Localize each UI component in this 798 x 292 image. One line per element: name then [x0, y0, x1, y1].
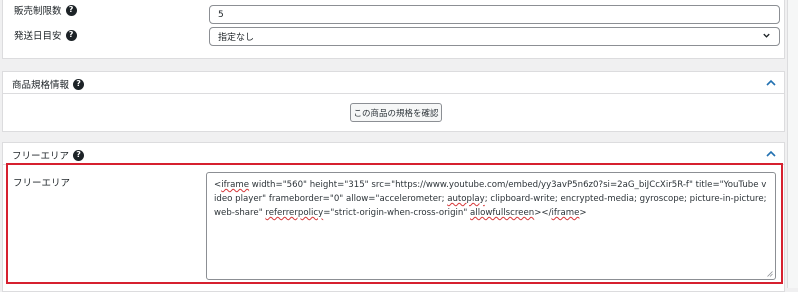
- shipping-select[interactable]: 指定なし: [209, 27, 780, 46]
- sales-limit-label-text: 販売制限数: [14, 6, 62, 17]
- help-icon[interactable]: ?: [65, 29, 77, 41]
- help-icon[interactable]: ?: [73, 78, 85, 90]
- free-area-title-text: フリーエリア: [12, 151, 70, 162]
- chevron-up-icon[interactable]: [766, 150, 776, 157]
- sales-limit-label: 販売制限数 ?: [14, 3, 77, 17]
- product-spec-panel: 商品規格情報 ? この商品の規格を確認: [2, 71, 785, 132]
- highlight-box: [6, 163, 783, 284]
- free-area-header[interactable]: フリーエリア ?: [3, 143, 784, 165]
- product-spec-title-text: 商品規格情報: [12, 80, 70, 91]
- help-icon[interactable]: ?: [65, 4, 77, 16]
- product-settings-panel: 販売制限数 ? 5 発送日目安 ? 指定なし: [2, 0, 785, 59]
- product-spec-title: 商品規格情報 ?: [12, 77, 85, 91]
- chevron-down-icon: [763, 33, 770, 38]
- free-area-title: フリーエリア ?: [12, 148, 85, 162]
- check-spec-button[interactable]: この商品の規格を確認: [350, 103, 442, 122]
- chevron-up-icon[interactable]: [766, 79, 776, 86]
- shipping-label: 発送日目安 ?: [14, 28, 77, 42]
- shipping-selected-value: 指定なし: [218, 33, 255, 43]
- shipping-label-text: 発送日目安: [14, 31, 62, 42]
- product-spec-header[interactable]: 商品規格情報 ?: [3, 72, 784, 94]
- sales-limit-input[interactable]: 5: [209, 5, 780, 24]
- help-icon[interactable]: ?: [73, 149, 85, 161]
- sidebar-edge: [787, 0, 798, 288]
- sales-limit-value: 5: [218, 9, 224, 20]
